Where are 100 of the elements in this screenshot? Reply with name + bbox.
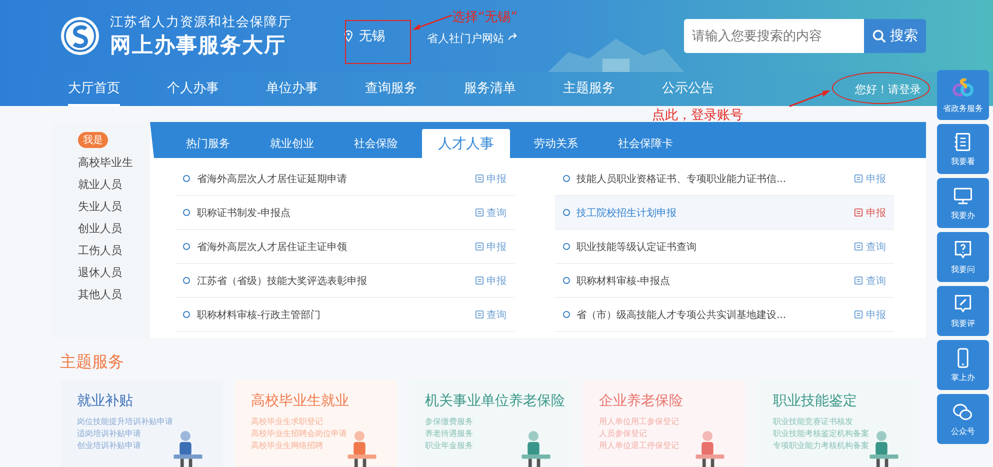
side-shortcut-button[interactable]: 我要评 bbox=[937, 286, 989, 336]
bullet-icon bbox=[562, 209, 570, 216]
action-link[interactable]: 申报 bbox=[474, 274, 506, 288]
nav-tab[interactable]: 个人办事 bbox=[167, 72, 219, 106]
nav-tab[interactable]: 单位办事 bbox=[266, 72, 318, 106]
annotation-text: 点此，登录账号 bbox=[652, 107, 743, 124]
card-link[interactable]: 职业技能竞赛证书核发 bbox=[773, 416, 919, 428]
card-title: 职业技能鉴定 bbox=[773, 392, 858, 410]
service-row[interactable]: 技工院校招生计划申报 申报 bbox=[554, 196, 894, 230]
service-row[interactable]: 省海外高层次人才居住证延期申请 申报 bbox=[175, 162, 514, 196]
side-shortcut-button[interactable]: 省政务服务 bbox=[937, 70, 989, 120]
side-shortcut-button[interactable]: 我要问 bbox=[937, 232, 989, 282]
document-icon bbox=[854, 310, 863, 319]
service-tab[interactable]: 社会保险 bbox=[338, 128, 414, 158]
bullet-icon bbox=[183, 209, 190, 216]
document-icon bbox=[854, 208, 863, 217]
bullet-icon bbox=[183, 175, 190, 182]
action-link[interactable]: 查询 bbox=[474, 308, 506, 322]
service-row[interactable]: 职业技能等级认定证书查询 查询 bbox=[554, 230, 894, 264]
service-tab[interactable]: 人才人事 bbox=[422, 129, 510, 158]
document-icon bbox=[854, 242, 863, 251]
service-tab[interactable]: 热门服务 bbox=[170, 128, 246, 158]
question-bubble-icon bbox=[952, 239, 974, 261]
action-link[interactable]: 申报 bbox=[474, 240, 506, 254]
card-link[interactable]: 适岗培训补贴申请 bbox=[77, 428, 223, 440]
service-name: 职称材料审核-行政主管部门 bbox=[197, 308, 322, 322]
side-shortcut-button[interactable]: 掌上办 bbox=[937, 340, 989, 390]
arrow-icon bbox=[411, 12, 453, 32]
nav-tab[interactable]: 查询服务 bbox=[365, 72, 417, 106]
document-icon bbox=[854, 276, 863, 285]
action-link[interactable]: 申报 bbox=[474, 172, 506, 186]
document-icon bbox=[474, 242, 484, 251]
action-link[interactable]: 查询 bbox=[854, 274, 886, 288]
card-title: 机关事业单位养老保险 bbox=[425, 392, 566, 410]
site-title: 网上办事服务大厅 bbox=[110, 32, 287, 59]
search-field[interactable]: 请输入您要搜索的内容 bbox=[684, 19, 864, 53]
card-link[interactable]: 养老待遇服务 bbox=[425, 428, 571, 440]
side-shortcut-button[interactable]: 我要办 bbox=[937, 178, 989, 228]
nav-tab[interactable]: 公示公告 bbox=[662, 72, 714, 106]
service-row[interactable]: 省海外高层次人才居住证主证申领 申报 bbox=[175, 230, 514, 264]
bullet-icon bbox=[562, 175, 570, 182]
category-item[interactable]: 退休人员 bbox=[78, 265, 150, 280]
nav-tab[interactable]: 主题服务 bbox=[563, 72, 615, 106]
action-link[interactable]: 申报 bbox=[854, 172, 886, 186]
category-item[interactable]: 就业人员 bbox=[78, 177, 150, 192]
location-selector[interactable]: 无锡 bbox=[332, 17, 398, 55]
service-name: 江苏省（省级）技能大奖评选表彰申报 bbox=[197, 274, 368, 288]
card-link[interactable]: 职业年金服务 bbox=[425, 440, 571, 452]
section-title: 主题服务 bbox=[60, 352, 124, 373]
category-item[interactable]: 工伤人员 bbox=[78, 243, 150, 258]
agency-name: 江苏省人力资源和社会保障厅 bbox=[110, 14, 292, 31]
portal-link[interactable]: 省人社门户网站 bbox=[427, 30, 504, 46]
side-shortcut-button[interactable]: 我要看 bbox=[937, 124, 989, 174]
card-link[interactable]: 创业培训补贴申请 bbox=[77, 440, 223, 452]
service-tab[interactable]: 劳动关系 bbox=[518, 128, 594, 158]
service-name: 省海外高层次人才居住证延期申请 bbox=[197, 172, 348, 186]
service-name: 省（市）级高技能人才专项公共实训基地建设... bbox=[576, 308, 788, 322]
card-link[interactable]: 专项职业能力考核机构备案 bbox=[773, 440, 919, 452]
search-icon bbox=[872, 29, 886, 43]
document-icon bbox=[474, 174, 484, 183]
nav-tab[interactable]: 大厅首页 bbox=[68, 72, 120, 106]
bullet-icon bbox=[183, 311, 190, 318]
badge: 我是 bbox=[78, 132, 108, 148]
service-row[interactable]: 职称证书制发-申报点 查询 bbox=[175, 196, 514, 230]
service-row[interactable]: 职称材料审核-行政主管部门 查询 bbox=[175, 298, 514, 332]
document-icon bbox=[474, 208, 484, 217]
emblem-logo-icon bbox=[60, 16, 100, 56]
theme-card[interactable]: 机关事业单位养老保险 参保缴费服务 养老待遇服务 职业年金服务 bbox=[409, 380, 571, 467]
service-name: 职业技能等级认定证书查询 bbox=[576, 240, 698, 254]
nav-tab[interactable]: 服务清单 bbox=[464, 72, 516, 106]
card-title: 高校毕业生就业 bbox=[251, 392, 350, 410]
service-tab[interactable]: 就业创业 bbox=[254, 128, 330, 158]
share-arrow-icon bbox=[508, 32, 518, 40]
category-item[interactable]: 其他人员 bbox=[78, 287, 150, 302]
theme-card[interactable]: 职业技能鉴定 职业技能竞赛证书核发 职业技能考核鉴定机构备案 专项职业能力考核机构备案 bbox=[757, 380, 919, 467]
side-shortcut-button[interactable]: 公众号 bbox=[937, 394, 989, 444]
service-row[interactable]: 省（市）级高技能人才专项公共实训基地建设... 申报 bbox=[554, 298, 894, 332]
action-link[interactable]: 查询 bbox=[854, 240, 886, 254]
service-tab[interactable]: 社会保障卡 bbox=[602, 128, 689, 158]
action-link[interactable]: 申报 bbox=[854, 206, 886, 220]
category-item[interactable]: 高校毕业生 bbox=[78, 155, 150, 170]
category-item[interactable]: 失业人员 bbox=[78, 199, 150, 214]
service-row[interactable]: 江苏省（省级）技能大奖评选表彰申报 申报 bbox=[175, 264, 514, 298]
service-row[interactable]: 职称材料审核-申报点 查询 bbox=[554, 264, 894, 298]
search-button[interactable]: 搜索 bbox=[864, 19, 926, 53]
action-link[interactable]: 申报 bbox=[854, 308, 886, 322]
document-icon bbox=[474, 310, 484, 319]
action-link[interactable]: 查询 bbox=[474, 206, 506, 220]
service-name: 技工院校招生计划申报 bbox=[576, 206, 678, 220]
card-link[interactable]: 参保缴费服务 bbox=[425, 416, 571, 428]
card-link[interactable]: 岗位技能提升培训补贴申请 bbox=[77, 416, 223, 428]
category-item[interactable]: 创业人员 bbox=[78, 221, 150, 236]
theme-card[interactable]: 就业补贴 岗位技能提升培训补贴申请 适岗培训补贴申请 创业培训补贴申请 bbox=[61, 380, 223, 467]
login-link[interactable]: 您好！请登录 bbox=[855, 82, 921, 96]
arrow-icon bbox=[788, 88, 832, 110]
chat-icon bbox=[952, 401, 974, 423]
card-title: 就业补贴 bbox=[77, 392, 134, 410]
document-icon bbox=[854, 174, 863, 183]
card-link[interactable]: 职业技能考核鉴定机构备案 bbox=[773, 428, 919, 440]
card-title: 企业养老保险 bbox=[599, 392, 684, 410]
